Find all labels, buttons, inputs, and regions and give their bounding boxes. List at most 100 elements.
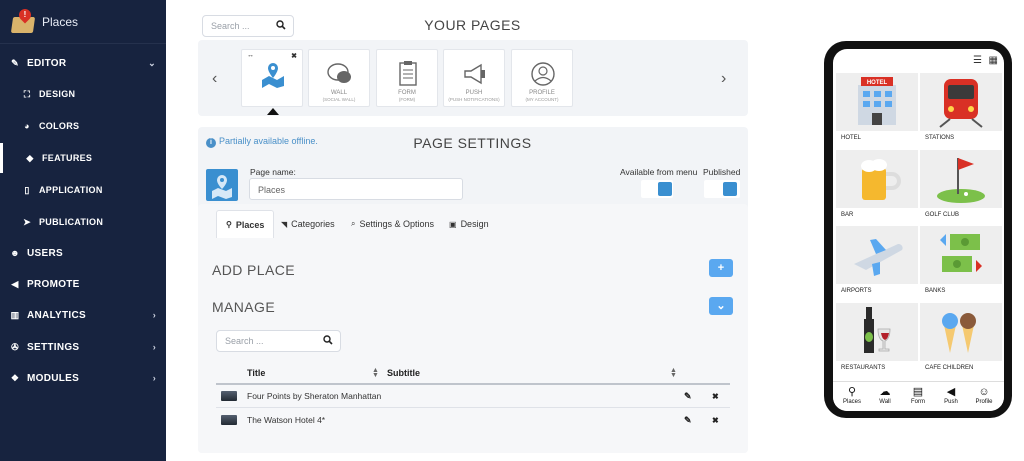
hotel-icon: HOTEL xyxy=(858,77,896,125)
chevron-right-icon: › xyxy=(152,342,156,352)
selected-caret-icon xyxy=(267,108,279,115)
manage-title: MANAGE xyxy=(212,299,276,315)
edit-icon[interactable]: ✎ xyxy=(684,391,692,402)
place-thumbnail xyxy=(221,415,237,425)
map-marker-icon: ⚲ xyxy=(847,386,857,398)
tags-icon: ◥ xyxy=(281,219,288,229)
cubes-icon: ❖ xyxy=(10,372,20,383)
offline-notice-text: Partially available offline. xyxy=(219,136,318,146)
wall-icon xyxy=(327,63,351,83)
page-name-input[interactable]: Places xyxy=(249,178,463,200)
phone-tile-stations[interactable]: STATIONS xyxy=(920,73,1002,146)
phone-tile-airports[interactable]: AIRPORTS xyxy=(836,226,918,299)
sidebar-item-analytics[interactable]: ▥ ANALYTICS › xyxy=(0,300,166,330)
push-icon xyxy=(464,63,485,85)
chat-icon: ☁ xyxy=(879,386,891,398)
money-icon xyxy=(940,234,982,272)
move-icon[interactable]: ↔ xyxy=(247,52,254,59)
chevron-right-icon: › xyxy=(152,373,156,383)
nav-label: Profile xyxy=(975,399,993,405)
sidebar-item-label: PUBLICATION xyxy=(39,217,104,227)
sidebar-item-modules[interactable]: ❖ MODULES › xyxy=(0,363,166,393)
app-title: Places xyxy=(42,14,79,29)
carousel-prev-button[interactable]: ‹ xyxy=(212,70,217,88)
phone-nav-form[interactable]: ▤ Form xyxy=(904,385,932,405)
close-icon[interactable]: ✖ xyxy=(291,52,297,60)
delete-icon[interactable]: ✖ xyxy=(712,392,719,401)
column-header-title[interactable]: Title xyxy=(247,368,265,378)
phone-tile-golf-club[interactable]: GOLF CLUB xyxy=(920,150,1002,223)
sidebar-item-colors[interactable]: ◕ COLORS xyxy=(0,111,166,141)
places-search-placeholder: Search ... xyxy=(225,336,264,346)
search-icon xyxy=(276,20,286,30)
clipboard-icon: ▤ xyxy=(912,386,924,398)
page-card-profile[interactable]: PROFILE (MY ACCOUNT) xyxy=(511,49,573,107)
tab-categories[interactable]: ◥ Categories xyxy=(281,210,335,238)
form-icon xyxy=(399,61,417,86)
sidebar-item-publication[interactable]: ➤ PUBLICATION xyxy=(0,207,166,237)
sidebar-item-design[interactable]: ⛶ DESIGN xyxy=(0,79,166,109)
phone-header: ☰ ▦ xyxy=(833,49,1004,73)
sort-icon[interactable]: ▲ ▼ xyxy=(670,367,677,379)
published-checkbox[interactable] xyxy=(723,182,737,196)
places-search-input[interactable]: Search ... xyxy=(216,330,341,352)
row-title: The Watson Hotel 4* xyxy=(247,415,326,425)
map-view-icon[interactable]: ▦ xyxy=(989,55,998,66)
tab-label: Settings & Options xyxy=(359,219,435,229)
sidebar-item-application[interactable]: ▯ APPLICATION xyxy=(0,175,166,205)
phone-nav-wall[interactable]: ☁ Wall xyxy=(871,385,899,405)
page-icon-picker[interactable] xyxy=(206,169,238,201)
nav-label: Push xyxy=(944,399,958,405)
phone-tile-bar[interactable]: BAR xyxy=(836,150,918,223)
carousel-next-button[interactable]: › xyxy=(721,70,726,88)
phone-tile-restaurants[interactable]: RESTAURANTS xyxy=(836,303,918,376)
sidebar-brand[interactable]: ! Places xyxy=(0,0,166,44)
chevron-down-icon: ⌄ xyxy=(148,57,156,68)
ice-cream-icon xyxy=(942,313,976,353)
nav-label: Form xyxy=(911,399,925,405)
phone-nav-places[interactable]: ⚲ Places xyxy=(838,385,866,405)
phone-tile-cafe-children[interactable]: CAFE CHILDREN xyxy=(920,303,1002,376)
pages-search-input[interactable]: Search ... xyxy=(202,15,294,37)
tab-design[interactable]: ▣ Design xyxy=(449,210,489,238)
bar-chart-icon: ▥ xyxy=(10,309,20,320)
nav-label: Wall xyxy=(879,399,891,405)
phone-tile-banks[interactable]: BANKS xyxy=(920,226,1002,299)
list-view-icon[interactable]: ☰ xyxy=(973,55,982,66)
page-card-sublabel: (MY ACCOUNT) xyxy=(525,97,559,102)
delete-icon[interactable]: ✖ xyxy=(712,416,719,425)
page-card-form[interactable]: FORM (FORM) xyxy=(376,49,438,107)
page-card-push[interactable]: PUSH (PUSH NOTIFICATIONS) xyxy=(443,49,505,107)
sidebar-item-features[interactable]: ◆ FEATURES xyxy=(0,143,166,173)
column-header-subtitle[interactable]: Subtitle xyxy=(387,368,420,378)
phone-nav-profile[interactable]: ☺ Profile xyxy=(970,385,998,405)
page-card-sublabel: (SOCIAL WALL) xyxy=(322,97,356,102)
tile-label: CAFE CHILDREN xyxy=(920,361,1002,376)
sidebar-item-users[interactable]: ☻ USERS xyxy=(0,238,166,268)
add-place-title: ADD PLACE xyxy=(212,262,295,278)
page-card-wall[interactable]: WALL (SOCIAL WALL) xyxy=(308,49,370,107)
page-card-places[interactable]: ↔ ✖ xyxy=(241,49,303,115)
manage-toggle-button[interactable]: ⌄ xyxy=(709,297,733,315)
sidebar-item-editor[interactable]: ✎ EDITOR ⌄ xyxy=(0,48,166,78)
beer-icon xyxy=(861,159,901,200)
profile-icon: ☺ xyxy=(978,386,990,398)
phone-nav-push[interactable]: ◀ Push xyxy=(937,385,965,405)
add-place-button[interactable]: + xyxy=(709,259,733,277)
available-from-menu-checkbox[interactable] xyxy=(658,182,672,196)
sidebar-item-label: EDITOR xyxy=(27,57,67,69)
train-icon xyxy=(939,79,983,128)
tab-places[interactable]: ⚲ Places xyxy=(216,210,275,238)
page-card-label: FORM xyxy=(398,90,416,96)
page-card-label: WALL xyxy=(330,90,348,96)
sidebar-item-promote[interactable]: ◀ PROMOTE xyxy=(0,269,166,299)
phone-tile-hotel[interactable]: HOTEL HOTEL xyxy=(836,73,918,146)
tab-settings-options[interactable]: ⌕ Settings & Options xyxy=(351,210,434,238)
cube-icon: ◆ xyxy=(26,152,34,163)
chevron-right-icon: › xyxy=(152,310,156,320)
tile-label: BANKS xyxy=(920,284,1002,299)
offline-notice: i Partially available offline. xyxy=(206,136,318,148)
sort-icon[interactable]: ▲ ▼ xyxy=(372,367,379,379)
sidebar-item-settings[interactable]: ✇ SETTINGS › xyxy=(0,332,166,362)
edit-icon[interactable]: ✎ xyxy=(684,415,692,426)
